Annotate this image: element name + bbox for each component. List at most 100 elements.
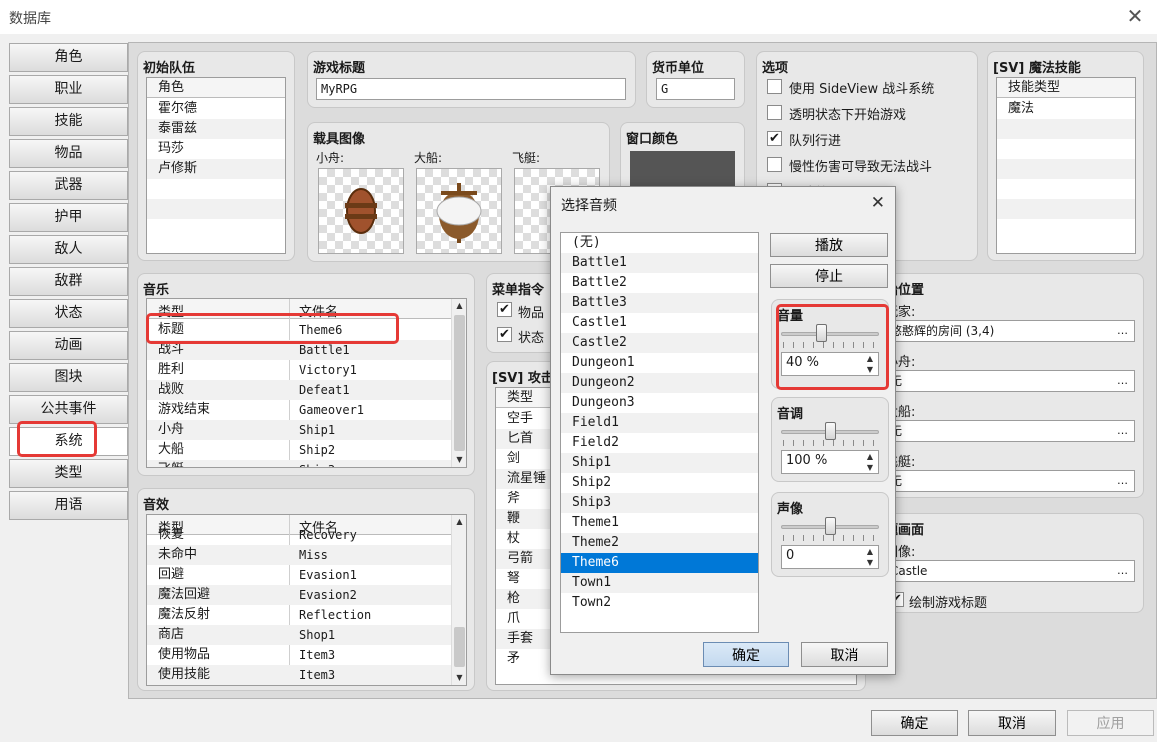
audio-file-item[interactable]: Town2 bbox=[561, 593, 758, 613]
table-row[interactable]: 使用物品 Item3 bbox=[147, 645, 451, 665]
audio-file-item[interactable]: Battle2 bbox=[561, 273, 758, 293]
audio-file-item[interactable]: Theme1 bbox=[561, 513, 758, 533]
dialog-close-icon[interactable]: ✕ bbox=[871, 193, 885, 213]
audio-file-item[interactable]: Castle2 bbox=[561, 333, 758, 353]
footer-apply-button[interactable]: 应用 bbox=[1067, 710, 1154, 736]
table-row[interactable]: 魔法反射 Reflection bbox=[147, 605, 451, 625]
scroll-up-icon[interactable]: ▲ bbox=[452, 299, 466, 313]
nav-item[interactable]: 物品 bbox=[9, 139, 128, 168]
boat-image[interactable] bbox=[318, 168, 404, 254]
audio-file-list[interactable]: (无) Battle1 Battle2 Battle3 Castle1 Castle2 Du… bbox=[560, 232, 759, 633]
start-ship-field[interactable]: 无… bbox=[885, 420, 1135, 442]
title-image-field[interactable]: Castle… bbox=[885, 560, 1135, 582]
pitch-thumb[interactable] bbox=[825, 422, 836, 440]
nav-item[interactable]: 技能 bbox=[9, 107, 128, 136]
nav-item[interactable]: 护甲 bbox=[9, 203, 128, 232]
nav-item[interactable]: 角色 bbox=[9, 43, 128, 72]
audio-file-item[interactable]: Town1 bbox=[561, 573, 758, 593]
ellipsis-icon[interactable]: … bbox=[1117, 471, 1128, 491]
ellipsis-icon[interactable]: … bbox=[1117, 321, 1128, 341]
option-checkbox[interactable]: ✔ bbox=[767, 131, 782, 146]
table-row[interactable]: 游戏结束 Gameover1 bbox=[147, 400, 451, 420]
start-airship-field[interactable]: 无… bbox=[885, 470, 1135, 492]
nav-item[interactable]: 用语 bbox=[9, 491, 128, 520]
audio-file-item[interactable]: Field1 bbox=[561, 413, 758, 433]
audio-file-item[interactable]: Dungeon1 bbox=[561, 353, 758, 373]
scroll-thumb[interactable] bbox=[454, 315, 465, 451]
dialog-cancel-button[interactable]: 取消 bbox=[801, 642, 888, 667]
nav-item[interactable]: 武器 bbox=[9, 171, 128, 200]
list-item[interactable]: 泰雷兹 bbox=[147, 119, 285, 139]
nav-item[interactable]: 职业 bbox=[9, 75, 128, 104]
pitch-spinbox[interactable]: 100 % ▲ ▼ bbox=[781, 450, 879, 474]
play-button[interactable]: 播放 bbox=[770, 233, 888, 257]
nav-item[interactable]: 公共事件 bbox=[9, 395, 128, 424]
table-row[interactable]: 商店 Shop1 bbox=[147, 625, 451, 645]
window-color-swatch[interactable] bbox=[630, 151, 735, 187]
table-row[interactable]: 恢复 Recovery bbox=[147, 525, 451, 545]
ship-image[interactable] bbox=[416, 168, 502, 254]
table-row[interactable]: 使用技能 Item3 bbox=[147, 665, 451, 685]
audio-file-item[interactable]: Theme6 bbox=[561, 553, 758, 573]
dialog-ok-button[interactable]: 确定 bbox=[703, 642, 789, 667]
nav-item[interactable]: 动画 bbox=[9, 331, 128, 360]
stop-button[interactable]: 停止 bbox=[770, 264, 888, 288]
music-scrollbar[interactable]: ▲ ▼ bbox=[451, 299, 466, 467]
audio-file-item[interactable]: Battle3 bbox=[561, 293, 758, 313]
magic-list[interactable]: 技能类型 魔法 bbox=[996, 77, 1136, 254]
spin-arrows-icon[interactable]: ▲ ▼ bbox=[862, 546, 878, 568]
audio-file-item[interactable]: Field2 bbox=[561, 433, 758, 453]
pan-thumb[interactable] bbox=[825, 517, 836, 535]
close-icon[interactable]: ✕ bbox=[1123, 4, 1147, 28]
footer-ok-button[interactable]: 确定 bbox=[871, 710, 958, 736]
audio-file-item[interactable]: Castle1 bbox=[561, 313, 758, 333]
scroll-up-icon[interactable]: ▲ bbox=[452, 515, 466, 529]
game-title-input[interactable]: MyRPG bbox=[316, 78, 626, 100]
party-list[interactable]: 角色 霍尔德 泰雷兹 玛莎 卢修斯 bbox=[146, 77, 286, 254]
currency-input[interactable]: G bbox=[656, 78, 735, 100]
sfx-list[interactable]: 类型 文件名 恢复 Recovery 未命中 Miss 回避 Evasion1 魔法回避 Ev… bbox=[146, 514, 467, 686]
table-row[interactable]: 飞艇 Ship3 bbox=[147, 460, 451, 467]
scroll-down-icon[interactable]: ▼ bbox=[452, 453, 466, 467]
nav-item[interactable]: 类型 bbox=[9, 459, 128, 488]
option-checkbox[interactable] bbox=[767, 157, 782, 172]
option-checkbox[interactable] bbox=[767, 105, 782, 120]
table-row[interactable]: 小舟 Ship1 bbox=[147, 420, 451, 440]
ellipsis-icon[interactable]: … bbox=[1117, 561, 1128, 581]
table-row[interactable]: 胜利 Victory1 bbox=[147, 360, 451, 380]
table-row[interactable]: 战败 Defeat1 bbox=[147, 380, 451, 400]
audio-file-item[interactable]: Dungeon2 bbox=[561, 373, 758, 393]
audio-file-item[interactable]: Ship1 bbox=[561, 453, 758, 473]
audio-file-item[interactable]: Ship2 bbox=[561, 473, 758, 493]
table-row[interactable]: 魔法回避 Evasion2 bbox=[147, 585, 451, 605]
magic-item[interactable]: 魔法 bbox=[997, 99, 1135, 119]
nav-item[interactable]: 敌人 bbox=[9, 235, 128, 264]
option-checkbox[interactable] bbox=[767, 79, 782, 94]
ellipsis-icon[interactable]: … bbox=[1117, 371, 1128, 391]
start-party-field[interactable]: 憨憨辉的房间 (3,4)… bbox=[885, 320, 1135, 342]
ellipsis-icon[interactable]: … bbox=[1117, 421, 1128, 441]
scroll-thumb[interactable] bbox=[454, 627, 465, 667]
audio-file-item[interactable]: (无) bbox=[561, 233, 758, 253]
start-boat-field[interactable]: 无… bbox=[885, 370, 1135, 392]
nav-item[interactable]: 图块 bbox=[9, 363, 128, 392]
table-row[interactable]: 大船 Ship2 bbox=[147, 440, 451, 460]
audio-file-item[interactable]: Theme2 bbox=[561, 533, 758, 553]
table-row[interactable]: 回避 Evasion1 bbox=[147, 565, 451, 585]
spin-arrows-icon[interactable]: ▲ ▼ bbox=[862, 451, 878, 473]
footer-cancel-button[interactable]: 取消 bbox=[968, 710, 1056, 736]
menu-item-checkbox[interactable]: ✔ bbox=[497, 302, 512, 317]
menu-status-checkbox[interactable]: ✔ bbox=[497, 327, 512, 342]
nav-item[interactable]: 敌群 bbox=[9, 267, 128, 296]
audio-file-item[interactable]: Ship3 bbox=[561, 493, 758, 513]
audio-file-item[interactable]: Battle1 bbox=[561, 253, 758, 273]
pan-spinbox[interactable]: 0 ▲ ▼ bbox=[781, 545, 879, 569]
audio-file-item[interactable]: Dungeon3 bbox=[561, 393, 758, 413]
list-item[interactable]: 霍尔德 bbox=[147, 99, 285, 119]
scroll-down-icon[interactable]: ▼ bbox=[452, 671, 466, 685]
nav-item[interactable]: 状态 bbox=[9, 299, 128, 328]
list-item[interactable]: 卢修斯 bbox=[147, 159, 285, 179]
list-item[interactable]: 玛莎 bbox=[147, 139, 285, 159]
table-row[interactable]: 未命中 Miss bbox=[147, 545, 451, 565]
sfx-scrollbar[interactable]: ▲ ▼ bbox=[451, 515, 466, 685]
